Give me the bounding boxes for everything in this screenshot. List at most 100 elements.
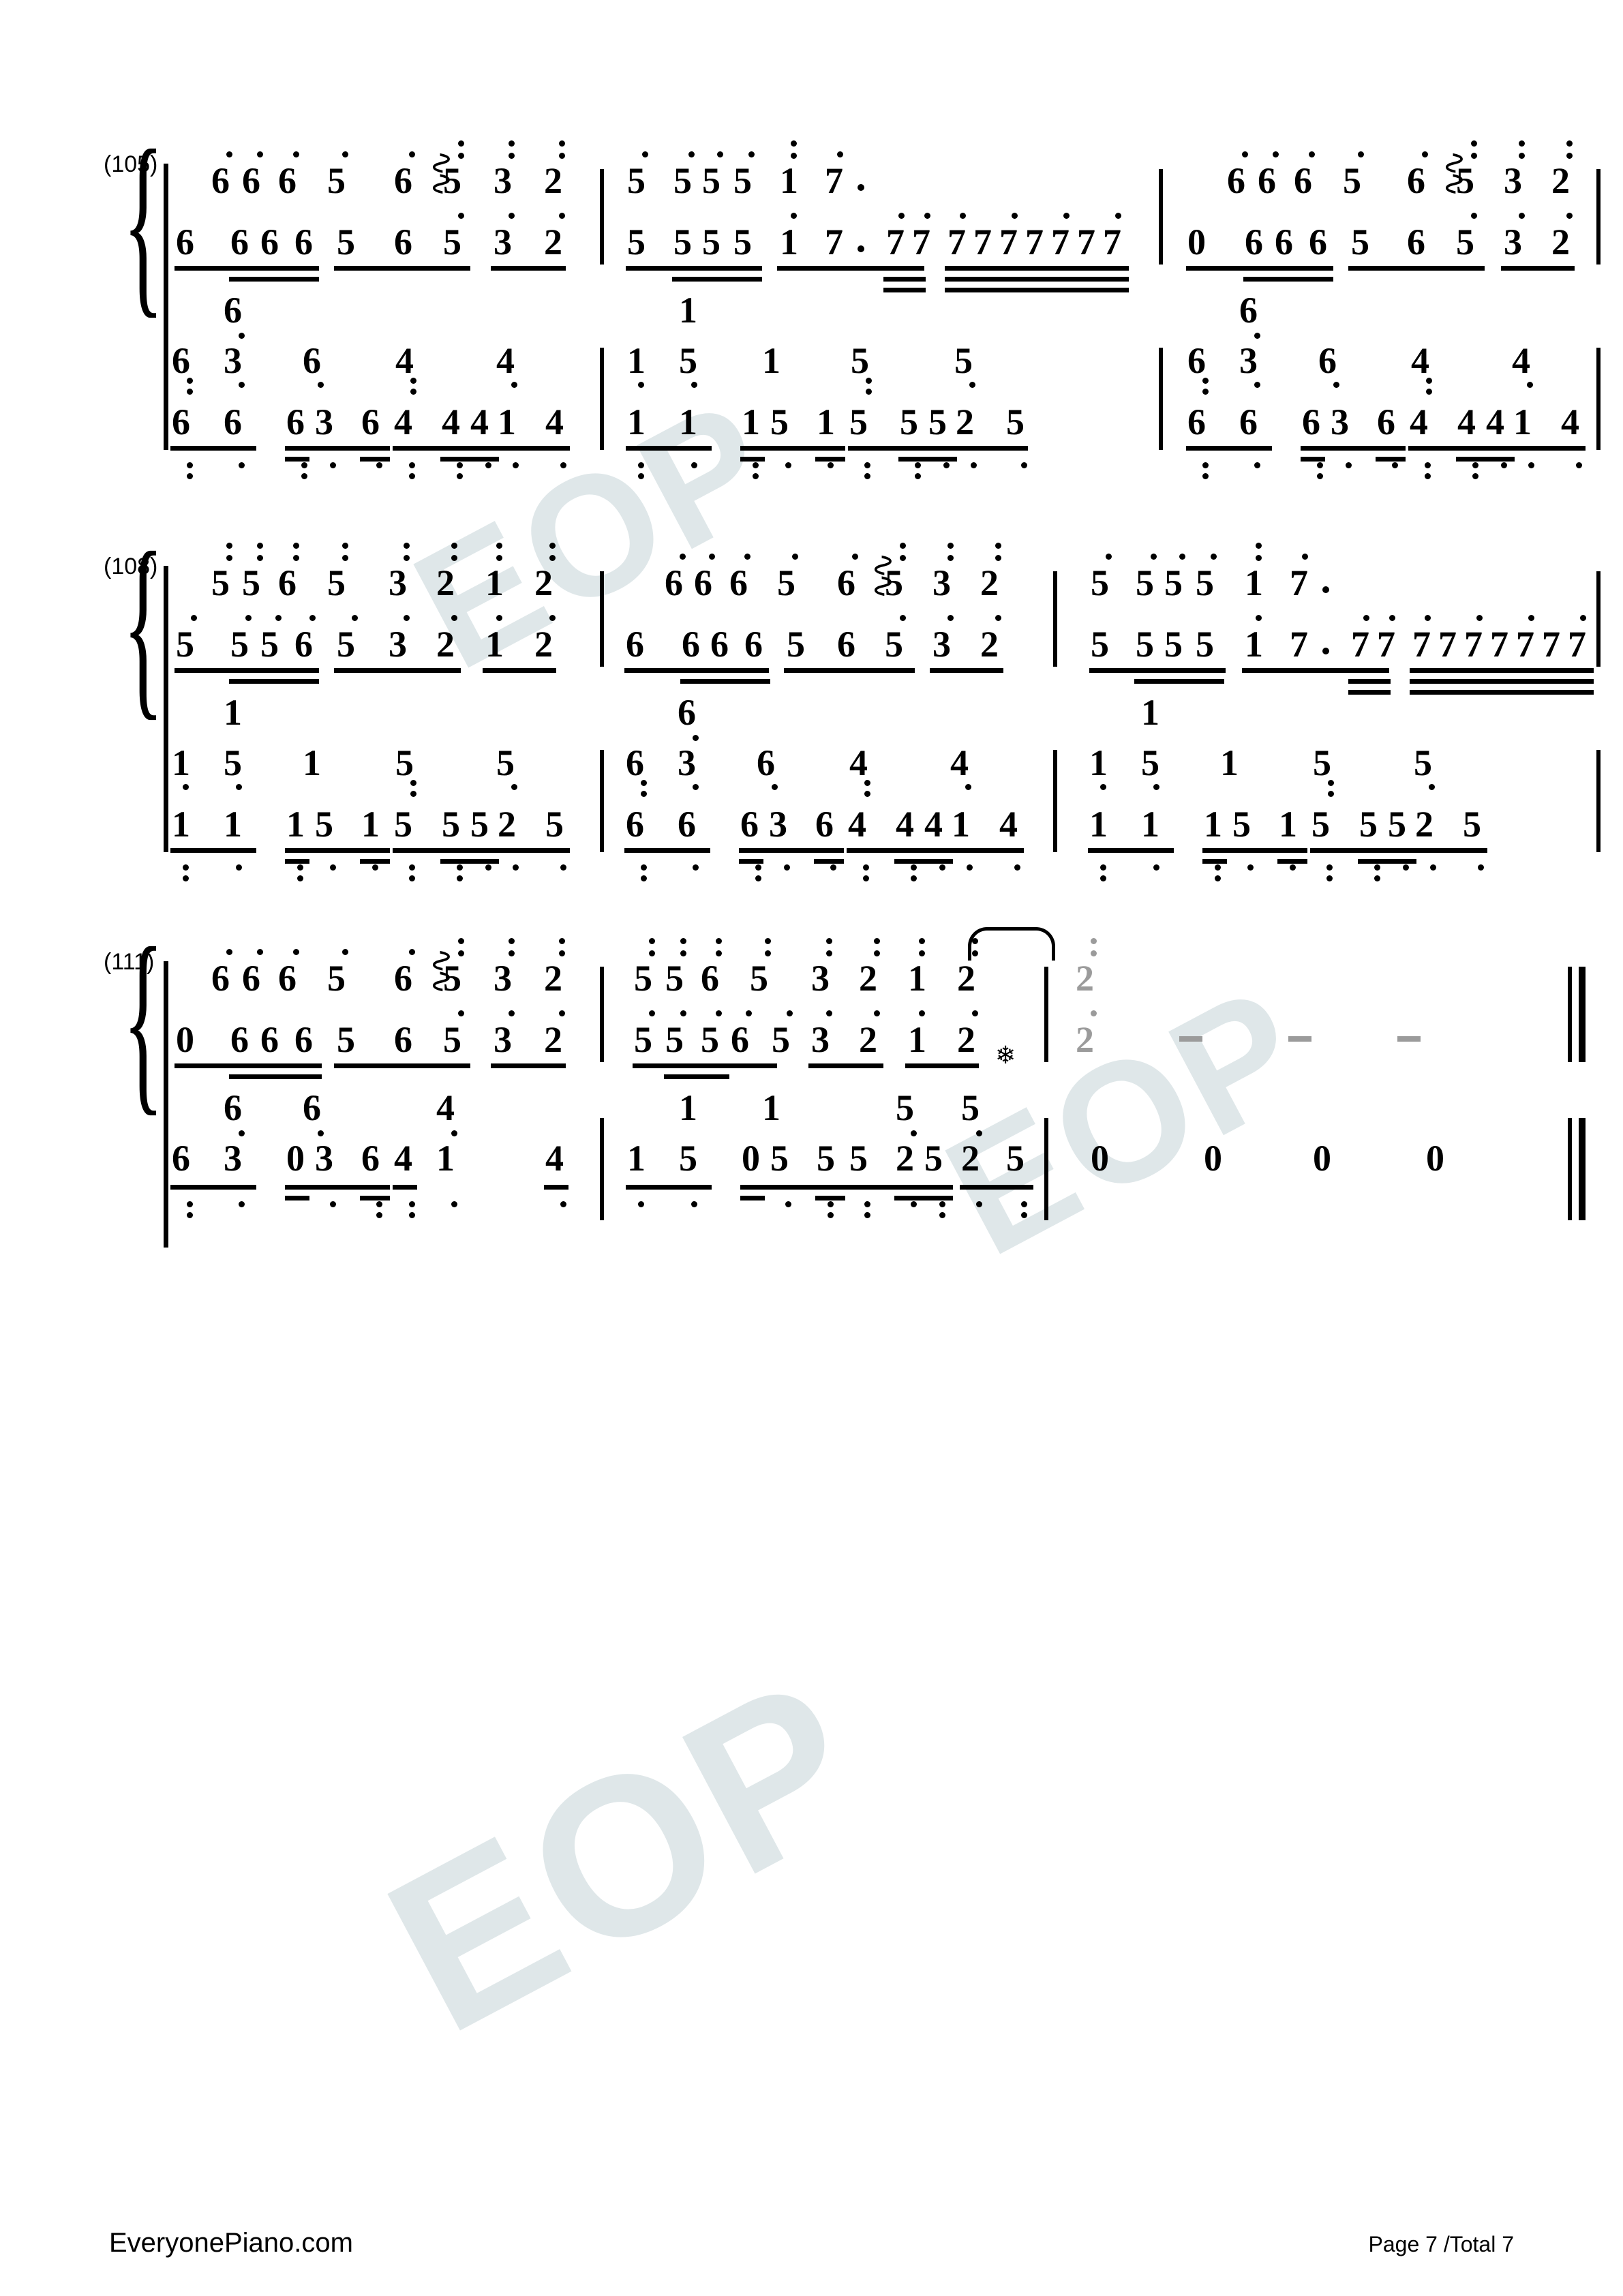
- octave-dot-dn: [1527, 382, 1533, 388]
- octave-dot-up: [293, 949, 299, 955]
- tie-arc: [968, 927, 1055, 961]
- beam: [1277, 859, 1307, 864]
- octave-dot-up: [404, 543, 410, 549]
- octave-dot-dn: [1346, 462, 1352, 468]
- beam: [1310, 848, 1416, 853]
- note-treble: 1: [780, 160, 798, 201]
- note-treble: 1: [780, 222, 798, 262]
- note-bass: 4: [545, 402, 564, 442]
- beam: [393, 446, 499, 451]
- octave-dot-dn: [1501, 462, 1507, 468]
- octave-dot-up: [826, 938, 832, 944]
- octave-dot-dn: [1392, 462, 1398, 468]
- beam: [739, 848, 844, 853]
- note-bass: 5: [395, 742, 414, 783]
- beam: [1348, 690, 1391, 695]
- note-bass: 6: [224, 402, 242, 442]
- note-bass: 5: [851, 340, 869, 381]
- octave-dot-up: [716, 938, 722, 944]
- note-treble: 6: [294, 1019, 313, 1060]
- beam: [740, 446, 845, 451]
- note-treble: 5: [230, 624, 249, 665]
- beam: [170, 446, 256, 451]
- beam: [1186, 266, 1333, 271]
- octave-dot-dn: [376, 1212, 382, 1218]
- note-treble: 5: [733, 160, 752, 201]
- octave-dot-up: [293, 543, 299, 549]
- note-bass: 3: [1331, 402, 1349, 442]
- beam: [1089, 668, 1226, 673]
- octave-dot-up: [293, 555, 299, 561]
- note-treble: 7: [1542, 624, 1560, 665]
- octave-dot-up: [680, 950, 686, 956]
- beam: [664, 1074, 729, 1079]
- note-treble: 6: [694, 562, 712, 603]
- beam: [815, 1196, 845, 1200]
- beam: [950, 848, 1024, 853]
- note-bass: 6: [757, 742, 775, 783]
- note-bass: 5: [817, 1138, 835, 1179]
- octave-dot-dn: [1472, 473, 1478, 479]
- octave-dot-dn: [1202, 473, 1209, 479]
- octave-dot-dn: [864, 1212, 870, 1218]
- octave-dot-up: [509, 938, 515, 944]
- note-bass: 1: [286, 804, 305, 845]
- beam: [1376, 457, 1406, 462]
- octave-dot-dn: [485, 462, 491, 468]
- note-treble: 5: [443, 222, 461, 262]
- note-treble: 6: [1407, 160, 1425, 201]
- beam: [822, 266, 924, 271]
- octave-dot-dn: [301, 462, 307, 468]
- octave-dot-up: [559, 1010, 565, 1016]
- octave-dot-dn: [1215, 875, 1221, 881]
- octave-dot-dn: [410, 389, 416, 395]
- note-treble: 6: [294, 624, 313, 665]
- octave-dot-up: [1063, 213, 1070, 219]
- beam: [739, 859, 763, 864]
- note-bass: 5: [1313, 742, 1331, 783]
- beam: [285, 859, 309, 864]
- octave-dot-dn: [187, 1201, 193, 1207]
- octave-dot-dn: [297, 864, 303, 871]
- note-bass-rest: 0: [1426, 1138, 1444, 1179]
- note-bass: 1: [627, 1138, 646, 1179]
- note-treble: 6: [729, 562, 748, 603]
- note-treble: 7: [1290, 624, 1308, 665]
- note-treble: 7: [825, 160, 843, 201]
- octave-dot-up: [509, 153, 515, 159]
- augmentation-dot: [858, 245, 864, 252]
- beam: [229, 1074, 322, 1079]
- note-bass: 6: [678, 692, 696, 733]
- note-treble: 5: [733, 222, 752, 262]
- octave-dot-up: [451, 543, 457, 549]
- octave-dot-up: [1519, 153, 1525, 159]
- note-bass: 6: [172, 1138, 190, 1179]
- note-treble: 5: [260, 624, 279, 665]
- beam: [945, 266, 1129, 271]
- octave-dot-up: [559, 950, 565, 956]
- beam: [740, 457, 765, 462]
- octave-dot-dn: [410, 780, 416, 786]
- octave-dot-up: [874, 1010, 880, 1016]
- note-treble: 6: [260, 1019, 279, 1060]
- beam: [624, 668, 769, 673]
- note-treble: 2: [534, 562, 553, 603]
- octave-dot-up: [1425, 615, 1431, 621]
- note-bass: 5: [770, 1138, 789, 1179]
- octave-dot-dn: [755, 864, 761, 871]
- bass-staff-3: 6 6 3 6 0 3 6 4 4 1 4 1 1 5 1 0 5 5 5 5 …: [0, 1043, 1623, 1241]
- note-bass: 6: [678, 804, 696, 845]
- beam: [945, 277, 1129, 282]
- note-treble: 5: [777, 562, 795, 603]
- note-treble: 5: [787, 624, 805, 665]
- octave-dot-up: [1566, 213, 1573, 219]
- note-treble: 5: [327, 562, 346, 603]
- note-bass: 6: [224, 290, 242, 331]
- note-bass: 2: [961, 1138, 980, 1179]
- note-treble: 6: [1275, 222, 1293, 262]
- barline: [600, 169, 604, 265]
- note-treble: 3: [494, 958, 512, 999]
- beam: [496, 446, 570, 451]
- note-bass: 3: [315, 402, 333, 442]
- octave-dot-up: [226, 949, 232, 955]
